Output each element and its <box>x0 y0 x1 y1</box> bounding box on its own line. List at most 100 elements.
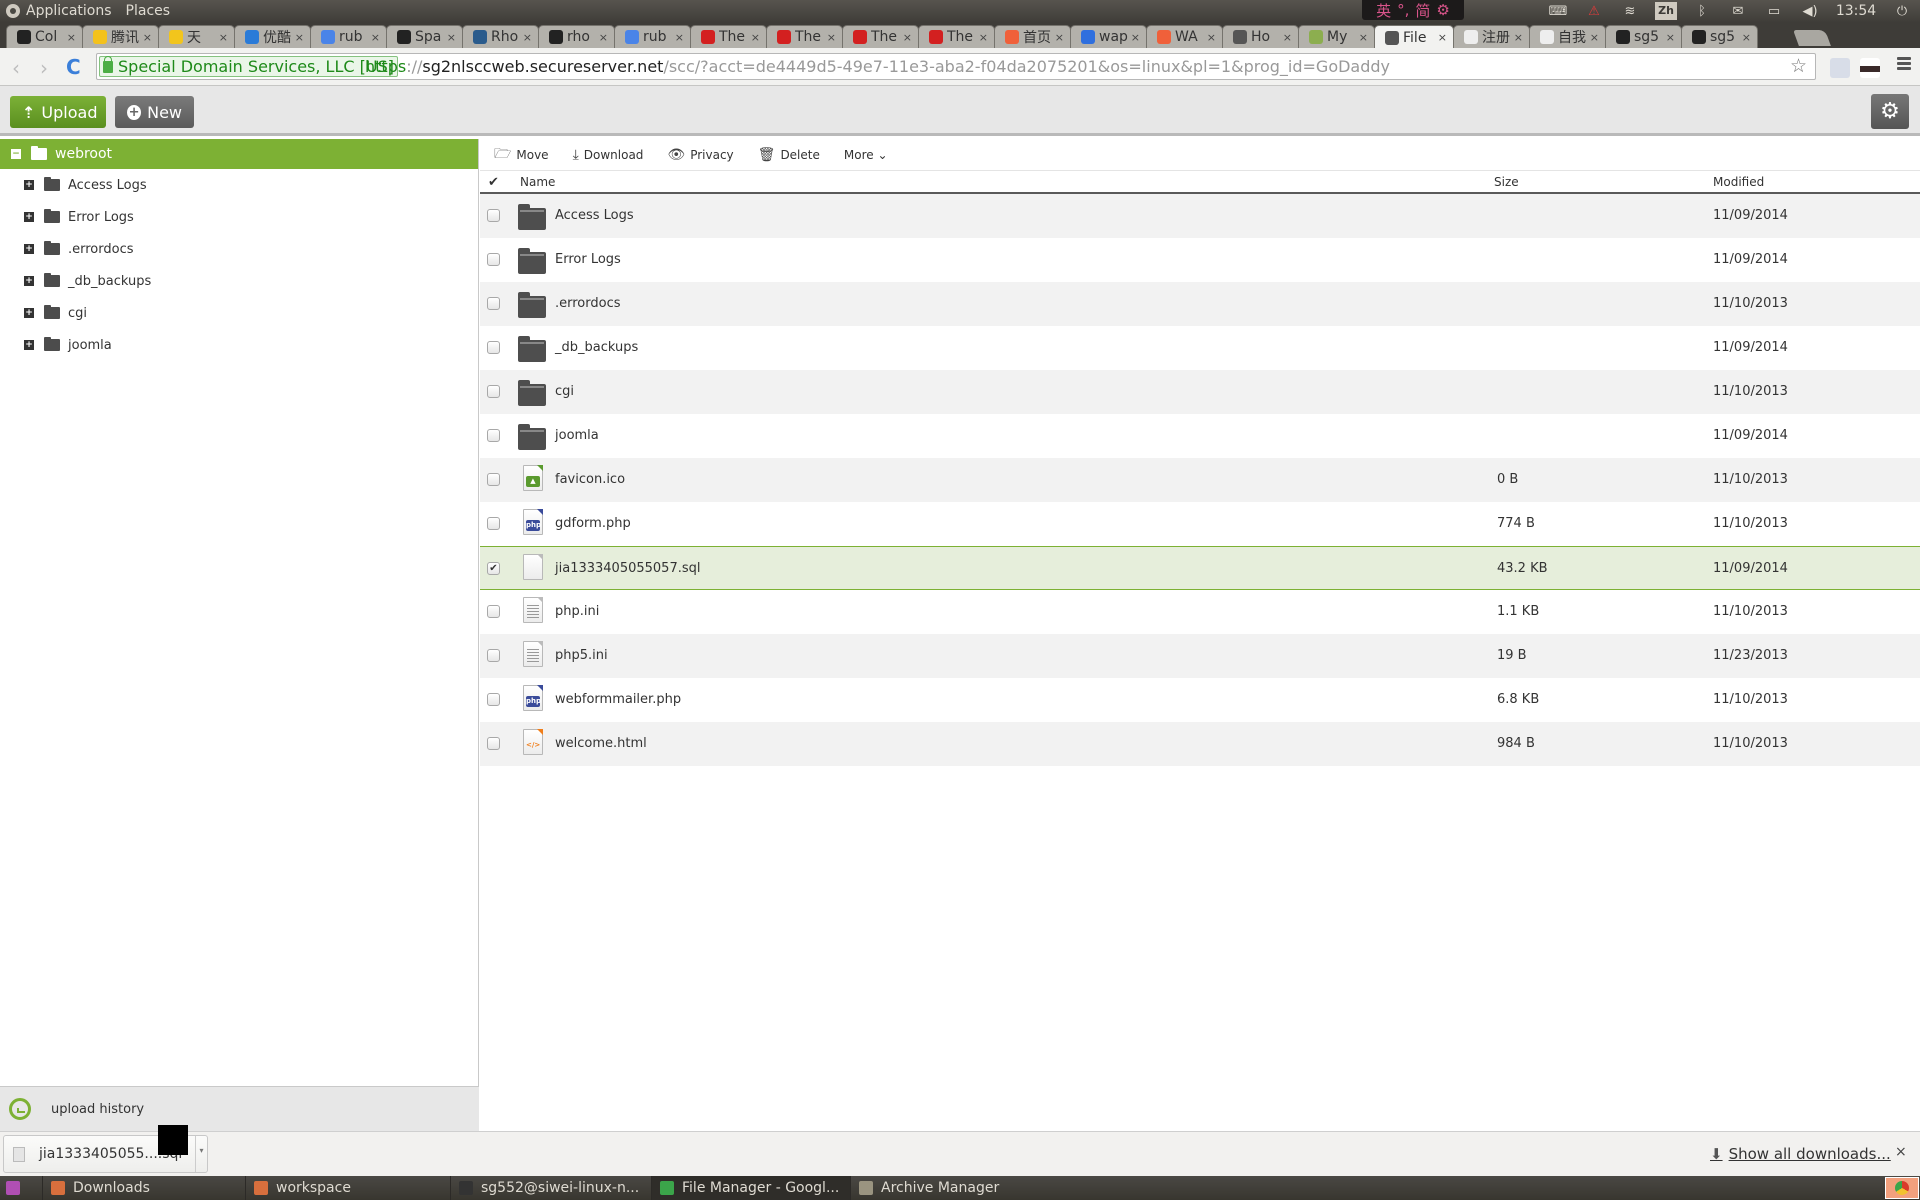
power-icon[interactable]: ⏻ <box>1884 4 1920 19</box>
browser-tab[interactable]: Col × <box>6 25 83 48</box>
table-row[interactable]: ✔ jia1333405055057.sql 43.2 KB 11/09/2014 <box>480 546 1920 590</box>
tab-close-icon[interactable]: × <box>447 31 456 44</box>
browser-tab[interactable]: Spa × <box>386 25 463 48</box>
move-action[interactable]: 🗁 Move <box>494 143 549 167</box>
tab-close-icon[interactable]: × <box>1742 31 1751 44</box>
show-all-downloads-link[interactable]: ⬇ Show all downloads... <box>1710 1145 1891 1163</box>
chrome-menu-icon[interactable] <box>1897 57 1911 72</box>
tab-close-icon[interactable]: × <box>979 31 988 44</box>
file-name[interactable]: cgi <box>555 384 574 399</box>
tab-close-icon[interactable]: × <box>295 31 304 44</box>
tab-close-icon[interactable]: × <box>523 31 532 44</box>
table-row[interactable]: </> welcome.html 984 B 11/10/2013 <box>480 722 1920 766</box>
tab-close-icon[interactable]: × <box>599 31 608 44</box>
table-row[interactable]: _db_backups 11/09/2014 <box>480 326 1920 370</box>
keyboard-icon[interactable]: ⌨ <box>1540 4 1576 19</box>
browser-tab[interactable]: 天 × <box>158 25 235 48</box>
tab-close-icon[interactable]: × <box>1055 31 1064 44</box>
table-row[interactable]: Error Logs 11/09/2014 <box>480 238 1920 282</box>
file-name[interactable]: .errordocs <box>555 296 621 311</box>
new-button[interactable]: + New <box>115 96 194 128</box>
browser-tab[interactable]: 首页 × <box>994 25 1071 48</box>
volume-icon[interactable]: ◀) <box>1792 4 1828 19</box>
file-name[interactable]: Error Logs <box>555 252 621 267</box>
tab-close-icon[interactable]: × <box>1438 31 1447 44</box>
expand-toggle-icon[interactable]: + <box>24 244 34 254</box>
tab-close-icon[interactable]: × <box>67 31 76 44</box>
more-action[interactable]: More ⌄ <box>844 148 888 162</box>
applications-menu[interactable]: Applications <box>26 3 112 19</box>
battery-icon[interactable]: ▭ <box>1756 4 1792 19</box>
upload-button[interactable]: ⇡ Upload <box>10 96 106 128</box>
file-name[interactable]: jia1333405055057.sql <box>555 561 700 576</box>
table-row[interactable]: php gdform.php 774 B 11/10/2013 <box>480 502 1920 546</box>
file-name[interactable]: welcome.html <box>555 736 647 751</box>
expand-toggle-icon[interactable]: + <box>24 308 34 318</box>
taskbar-item[interactable]: Downloads <box>42 1176 245 1200</box>
taskbar-item[interactable]: Archive Manager <box>850 1176 1050 1200</box>
tree-item[interactable]: + Access Logs <box>0 169 478 201</box>
column-header-name[interactable]: Name <box>520 175 555 189</box>
tab-close-icon[interactable]: × <box>751 31 760 44</box>
file-name[interactable]: _db_backups <box>555 340 638 355</box>
file-name[interactable]: webformmailer.php <box>555 692 681 707</box>
browser-tab[interactable]: File × <box>1374 25 1454 49</box>
row-checkbox[interactable] <box>487 737 500 750</box>
expand-toggle-icon[interactable]: + <box>24 180 34 190</box>
row-checkbox[interactable] <box>487 605 500 618</box>
ev-certificate-badge[interactable]: Special Domain Services, LLC [US] <box>99 55 398 77</box>
url-text[interactable]: https://sg2nlsccweb.secureserver.net/scc… <box>365 57 1390 76</box>
row-checkbox[interactable] <box>487 649 500 662</box>
tree-item[interactable]: + Error Logs <box>0 201 478 233</box>
mail-icon[interactable]: ✉ <box>1720 4 1756 19</box>
tab-close-icon[interactable]: × <box>1514 31 1523 44</box>
table-row[interactable]: Access Logs 11/09/2014 <box>480 194 1920 238</box>
language-indicator[interactable]: Zh <box>1655 2 1677 20</box>
browser-tab[interactable]: WA × <box>1146 25 1223 48</box>
ubuntu-logo-icon[interactable] <box>6 4 20 18</box>
taskbar-item[interactable]: sg552@siwei-linux-n... <box>450 1176 651 1200</box>
file-name[interactable]: Access Logs <box>555 208 634 223</box>
new-tab-button[interactable] <box>1793 30 1831 46</box>
browser-tab[interactable]: 自我 × <box>1529 25 1606 48</box>
chrome-tray-icon[interactable] <box>1885 1177 1919 1199</box>
file-name[interactable]: joomla <box>555 428 599 443</box>
column-header-modified[interactable]: Modified <box>1713 175 1764 189</box>
row-checkbox[interactable] <box>487 209 500 222</box>
expand-toggle-icon[interactable]: + <box>24 340 34 350</box>
tab-close-icon[interactable]: × <box>903 31 912 44</box>
row-checkbox[interactable] <box>487 253 500 266</box>
table-row[interactable]: php5.ini 19 B 11/23/2013 <box>480 634 1920 678</box>
table-row[interactable]: php webformmailer.php 6.8 KB 11/10/2013 <box>480 678 1920 722</box>
taskbar-item[interactable]: File Manager - Googl... <box>651 1176 850 1200</box>
tab-close-icon[interactable]: × <box>675 31 684 44</box>
table-row[interactable]: joomla 11/09/2014 <box>480 414 1920 458</box>
tab-close-icon[interactable]: × <box>1207 31 1216 44</box>
row-checkbox[interactable]: ✔ <box>487 562 500 575</box>
extension-speedometer-icon[interactable] <box>1830 58 1850 78</box>
row-checkbox[interactable] <box>487 517 500 530</box>
row-checkbox[interactable] <box>487 473 500 486</box>
collapse-toggle-icon[interactable]: − <box>11 149 21 159</box>
browser-tab[interactable]: The × <box>690 25 767 48</box>
tab-close-icon[interactable]: × <box>1131 31 1140 44</box>
tab-close-icon[interactable]: × <box>827 31 836 44</box>
table-row[interactable]: .errordocs 11/10/2013 <box>480 282 1920 326</box>
expand-toggle-icon[interactable]: + <box>24 212 34 222</box>
file-name[interactable]: php5.ini <box>555 648 608 663</box>
column-header-size[interactable]: Size <box>1494 175 1519 189</box>
browser-tab[interactable]: 注册 × <box>1453 25 1530 48</box>
download-dropdown-icon[interactable]: ▾ <box>195 1136 207 1172</box>
row-checkbox[interactable] <box>487 297 500 310</box>
row-checkbox[interactable] <box>487 385 500 398</box>
tab-close-icon[interactable]: × <box>1590 31 1599 44</box>
file-name[interactable]: favicon.ico <box>555 472 625 487</box>
browser-tab[interactable]: wap × <box>1070 25 1147 48</box>
row-checkbox[interactable] <box>487 341 500 354</box>
browser-tab[interactable]: My × <box>1298 25 1375 48</box>
settings-gear-button[interactable]: ⚙ <box>1871 94 1909 129</box>
download-action[interactable]: ⤓ Download <box>573 147 644 163</box>
table-row[interactable]: ▲ favicon.ico 0 B 11/10/2013 <box>480 458 1920 502</box>
wifi-icon[interactable]: ≋ <box>1612 4 1648 19</box>
warning-icon[interactable]: ⚠ <box>1576 4 1612 19</box>
